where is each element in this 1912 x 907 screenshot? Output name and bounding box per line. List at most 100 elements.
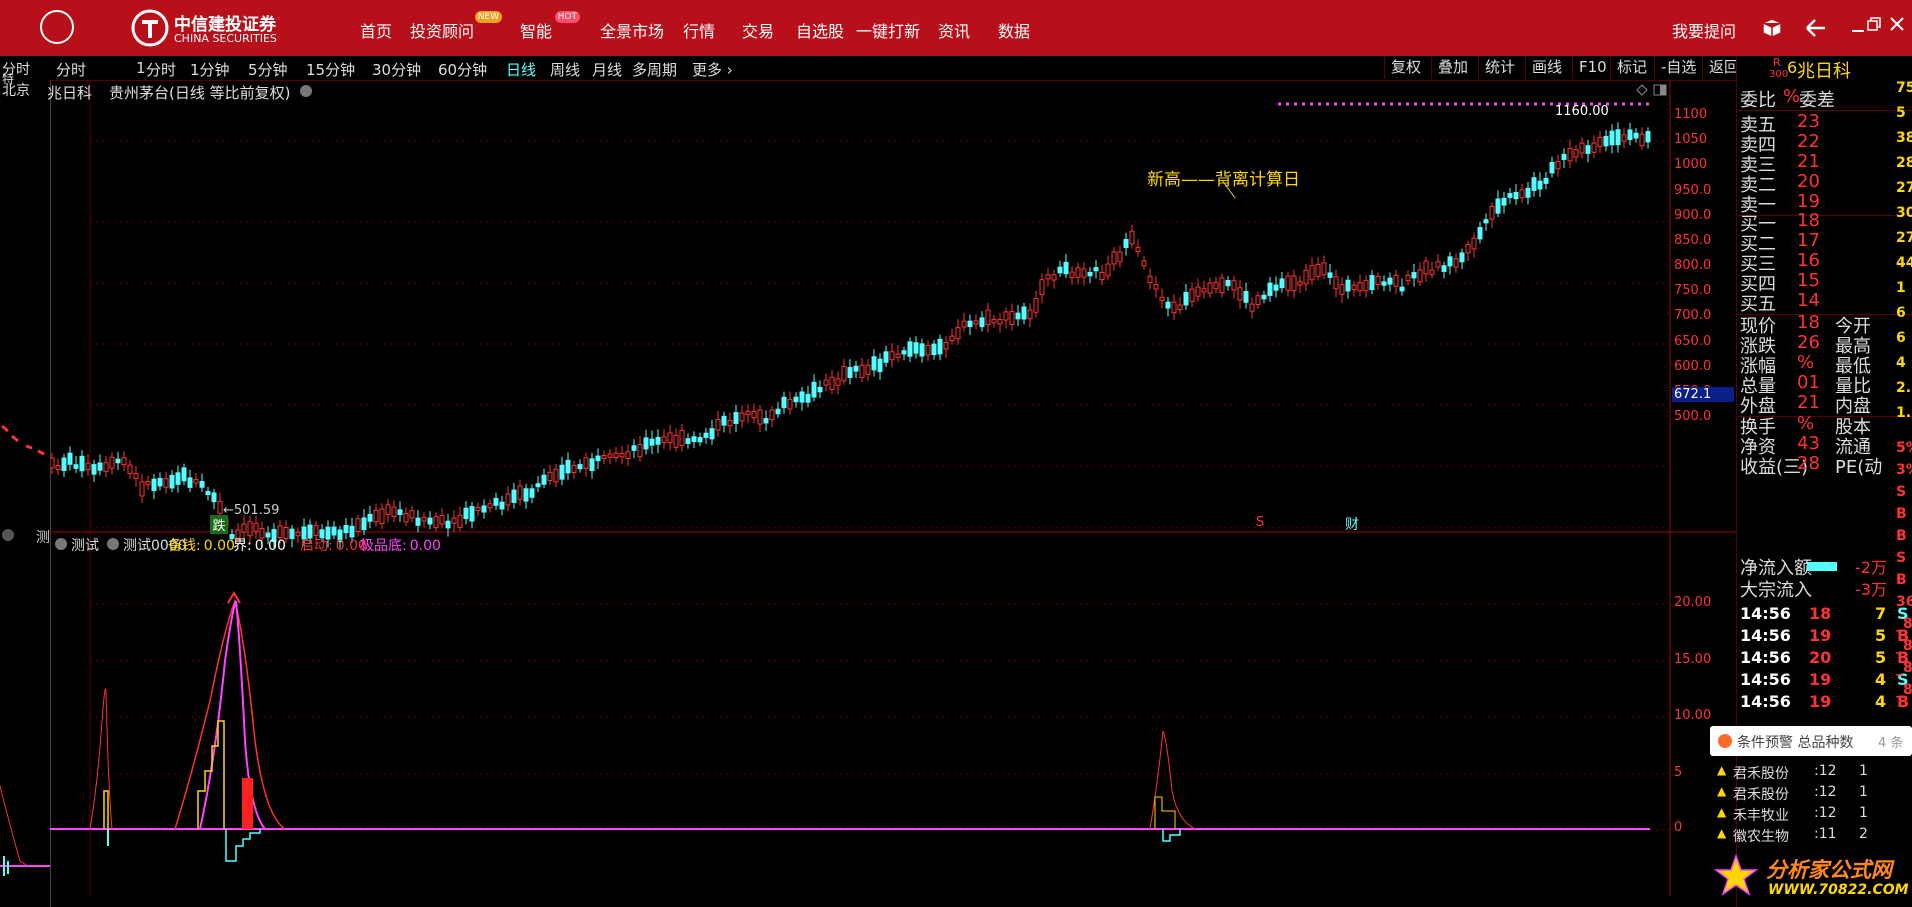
candle-body	[541, 474, 547, 485]
nav-news[interactable]: 资讯	[938, 18, 970, 42]
candle-body	[1219, 277, 1225, 294]
tool-f10[interactable]: F10	[1572, 56, 1613, 79]
tool-draw[interactable]: 画线	[1525, 56, 1568, 79]
period-weekly[interactable]: 周线	[550, 59, 580, 80]
candle-body	[1471, 237, 1477, 250]
watchlist-time: :12	[1814, 784, 1837, 800]
candle-body	[421, 516, 427, 522]
far-right-value: 4	[1896, 355, 1906, 371]
nav-smart[interactable]: 智能 HOT	[520, 11, 581, 42]
nav-data[interactable]: 数据	[998, 18, 1030, 42]
candle-body	[181, 467, 187, 482]
nav-quotes[interactable]: 行情	[683, 18, 715, 42]
period-15min[interactable]: 15分钟	[306, 59, 355, 80]
far-right-value: 38	[1896, 130, 1912, 146]
cai-marker: 财	[1345, 517, 1359, 533]
candle-body	[157, 478, 163, 487]
candle-body	[1105, 263, 1111, 277]
stat-value: %	[1797, 352, 1815, 373]
chart-settings-toggle[interactable]	[300, 85, 312, 97]
back-arrow-icon[interactable]	[1805, 18, 1827, 38]
watchlist-count: 1	[1859, 784, 1868, 800]
candle-body	[937, 338, 943, 355]
far-right-value: 1.	[1896, 405, 1912, 421]
legend-value: 0.00	[409, 538, 441, 554]
tool-fuquan[interactable]: 复权	[1384, 56, 1427, 79]
candle-body	[493, 497, 499, 506]
legend-item: 备钱: 0.00	[168, 535, 235, 555]
candle-body	[751, 411, 757, 419]
candle-body	[889, 351, 895, 361]
alert-box[interactable]: 条件预警 总品种数 4 条	[1710, 726, 1912, 756]
bid-value: 17	[1797, 230, 1820, 251]
close-icon[interactable]	[1888, 14, 1906, 34]
cube-icon[interactable]	[1762, 18, 1782, 38]
chart-svg[interactable]	[50, 81, 1736, 896]
price-tick-label: 600.0	[1674, 358, 1712, 374]
period-more[interactable]: 更多 ›	[692, 59, 733, 80]
tool-stats[interactable]: 统计	[1478, 56, 1521, 79]
period-fenshi[interactable]: 分时	[146, 59, 176, 80]
period-5min[interactable]: 5分钟	[248, 59, 288, 80]
candle-body	[73, 464, 79, 469]
app-logo[interactable]: 中信建投证券 CHINA SECURITIES	[130, 8, 330, 48]
restore-icon[interactable]	[1866, 14, 1882, 34]
far-right-value: 1	[1896, 280, 1906, 296]
period-daily[interactable]: 日线	[506, 59, 536, 80]
candle-body	[1039, 279, 1045, 296]
tool-overlay[interactable]: 叠加	[1431, 56, 1474, 79]
ask-value: 22	[1797, 131, 1820, 152]
watchlist-row[interactable]: ▲ 君禾股份:12 1	[1717, 784, 1907, 804]
candle-body	[1051, 274, 1057, 281]
candle-body	[1195, 286, 1201, 297]
candle-body	[67, 452, 73, 465]
period-1[interactable]: 1	[136, 59, 146, 77]
period-fenshi-a[interactable]: 分时	[56, 59, 86, 80]
nav-market[interactable]: 全景市场	[600, 18, 664, 42]
period-60min[interactable]: 60分钟	[438, 59, 487, 80]
watchlist-row[interactable]: ▲ 君禾股份:12 1	[1717, 763, 1907, 783]
candle-body	[1525, 187, 1531, 198]
nav-home[interactable]: 首页	[360, 18, 392, 42]
period-30min[interactable]: 30分钟	[372, 59, 421, 80]
watchlist-time: :12	[1814, 763, 1837, 779]
tool-mark[interactable]: 标记	[1610, 56, 1653, 79]
bid-value: 14	[1797, 290, 1820, 311]
candle-body	[1237, 287, 1243, 301]
period-monthly[interactable]: 月线	[592, 59, 622, 80]
top-nav-bar: 中信建投证券 CHINA SECURITIES 首页 投资顾问 NEW 智能 HOT…	[0, 0, 1912, 56]
nav-advisor[interactable]: 投资顾问 NEW	[410, 11, 503, 42]
window-icon[interactable]	[1653, 84, 1667, 96]
candle-body	[397, 509, 403, 516]
price-tick-label: 500.0	[1674, 409, 1712, 424]
watchlist-row[interactable]: ▲ 徽农生物:11 2	[1717, 826, 1907, 846]
nav-trade[interactable]: 交易	[742, 18, 774, 42]
tick-price: 19	[1809, 692, 1832, 711]
tool-add-watchlist[interactable]: -自选	[1654, 56, 1702, 79]
minimize-icon[interactable]	[1850, 14, 1866, 34]
alert-text: 条件预警 总品种数	[1737, 735, 1854, 751]
period-multi[interactable]: 多周期	[632, 59, 677, 80]
candle-body	[1075, 267, 1081, 278]
candle-body	[1423, 260, 1429, 275]
nav-watchlist[interactable]: 自选股	[796, 18, 844, 42]
watchlist-row[interactable]: ▲ 禾丰牧业:12 1	[1717, 805, 1907, 825]
candle-body	[1543, 177, 1549, 184]
price-tick-label: 800.0	[1674, 258, 1712, 273]
period-1min[interactable]: 1分钟	[190, 59, 230, 80]
indicator-toggle-a[interactable]	[55, 538, 67, 550]
indicator-toggle-b[interactable]	[107, 538, 119, 550]
nav-ipo[interactable]: 一键打新	[856, 18, 920, 42]
watchlist-name: 禾丰牧业	[1733, 808, 1789, 824]
candle-body	[709, 428, 715, 440]
candle-body	[1603, 135, 1609, 147]
candle-body	[1477, 227, 1483, 240]
candle-body	[1033, 298, 1039, 313]
legend-label: 启动:	[300, 538, 333, 554]
diamond-icon[interactable]	[1636, 84, 1648, 96]
ask-question-link[interactable]: 我要提问	[1672, 18, 1736, 42]
far-right-column: 75538282730274416642.1.5%3%SBBSB36_80_89…	[1862, 80, 1912, 700]
weicha-label: 委差	[1799, 90, 1835, 111]
candle-body	[1231, 280, 1237, 291]
far-right-value: S	[1896, 550, 1907, 566]
